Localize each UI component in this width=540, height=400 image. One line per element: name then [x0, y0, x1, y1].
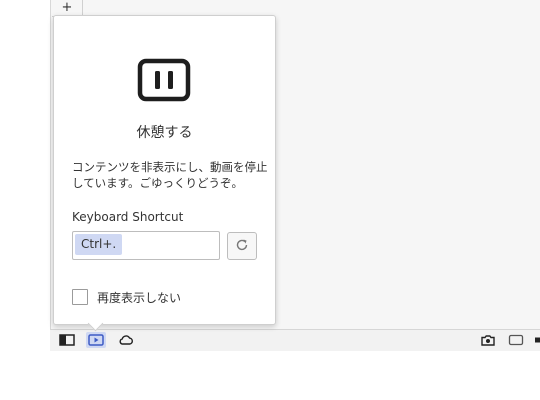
panel-separator — [50, 0, 51, 330]
reset-shortcut-button[interactable] — [227, 232, 257, 260]
popup-description: コンテンツを非表示にし、動画を停止 しています。ごゆっくりどうぞ。 — [72, 159, 268, 191]
dont-show-again-checkbox[interactable] — [72, 289, 88, 305]
status-bar — [50, 329, 540, 351]
pause-icon — [137, 58, 191, 106]
shortcut-value: Ctrl+. — [75, 234, 123, 255]
capture-icon[interactable] — [480, 333, 496, 347]
description-line: コンテンツを非表示にし、動画を停止 — [72, 160, 268, 174]
refresh-icon — [235, 237, 249, 256]
keyboard-shortcut-input[interactable]: Ctrl+. — [72, 231, 220, 260]
page-tiling-icon[interactable] — [534, 333, 540, 347]
panel-toggle-icon[interactable] — [59, 333, 75, 347]
keyboard-shortcut-label: Keyboard Shortcut — [72, 210, 184, 224]
window-icon[interactable] — [508, 333, 524, 347]
description-line: しています。ごゆっくりどうぞ。 — [72, 176, 244, 190]
pause-icon[interactable] — [86, 332, 106, 348]
dont-show-again-label[interactable]: 再度表示しない — [97, 289, 181, 306]
popup-title: 休憩する — [136, 125, 193, 141]
break-mode-popup: 休憩する コンテンツを非表示にし、動画を停止 しています。ごゆっくりどうぞ。 K… — [53, 15, 276, 325]
cloud-icon[interactable] — [118, 333, 134, 347]
